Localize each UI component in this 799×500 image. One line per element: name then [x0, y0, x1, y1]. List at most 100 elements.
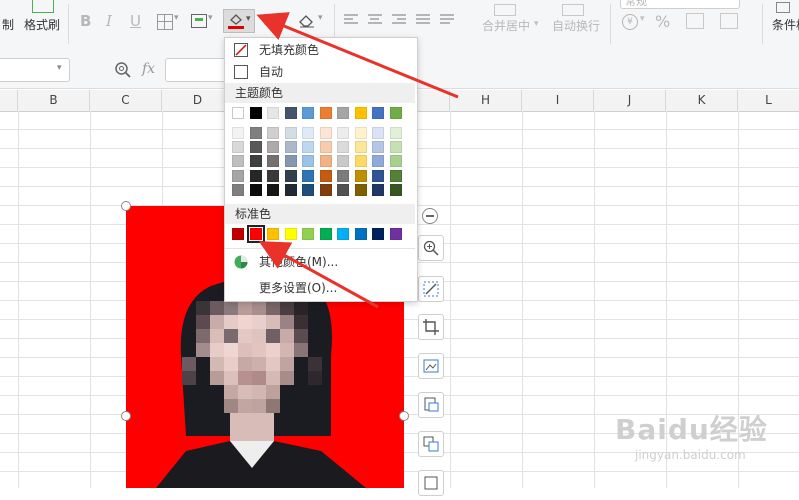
theme-shade-swatch[interactable] — [267, 127, 279, 139]
justify-icon[interactable] — [416, 14, 430, 26]
column-header-l[interactable]: L — [738, 90, 799, 111]
theme-shade-swatch[interactable] — [372, 141, 384, 154]
chevron-down-icon[interactable]: ▾ — [174, 13, 179, 23]
image-extract-text-icon[interactable] — [418, 470, 444, 496]
theme-shade-swatch[interactable] — [354, 127, 367, 139]
theme-shade-swatch[interactable] — [284, 183, 297, 196]
chevron-down-icon[interactable]: ▾ — [246, 14, 251, 24]
theme-color-swatch[interactable] — [319, 107, 332, 119]
bold-button[interactable]: B — [80, 12, 91, 30]
distribute-icon[interactable] — [440, 14, 454, 26]
standard-color-swatch[interactable] — [389, 228, 402, 240]
theme-shade-swatch[interactable] — [249, 169, 262, 182]
resize-handle-left[interactable] — [121, 411, 131, 421]
align-left-icon[interactable] — [344, 14, 358, 26]
theme-shade-swatch[interactable] — [337, 155, 349, 168]
chevron-down-icon[interactable]: ▾ — [57, 63, 62, 73]
standard-color-swatch[interactable] — [302, 228, 314, 240]
theme-color-swatch[interactable] — [284, 107, 297, 119]
italic-button[interactable]: I — [106, 12, 112, 30]
chevron-down-icon[interactable]: ▾ — [208, 13, 213, 23]
column-header-c[interactable]: C — [90, 90, 162, 111]
smart-cutout-icon[interactable] — [418, 276, 444, 302]
theme-color-swatch[interactable] — [372, 107, 384, 119]
theme-shade-swatch[interactable] — [389, 127, 402, 139]
border-icon[interactable] — [157, 14, 173, 30]
chevron-down-icon[interactable]: ▾ — [318, 13, 323, 23]
percent-button[interactable]: % — [655, 12, 670, 31]
theme-shade-swatch[interactable] — [284, 169, 297, 182]
theme-color-swatch[interactable] — [232, 107, 244, 119]
theme-shade-swatch[interactable] — [267, 183, 279, 196]
resize-handle-top-left[interactable] — [121, 201, 131, 211]
auto-color-option[interactable]: 自动 — [225, 61, 415, 83]
resize-handle-right[interactable] — [399, 411, 409, 421]
standard-color-swatch[interactable] — [354, 228, 367, 240]
theme-shade-swatch[interactable] — [372, 127, 384, 139]
no-fill-option[interactable]: 无填充颜色 — [225, 39, 415, 61]
theme-shade-swatch[interactable] — [302, 169, 314, 182]
conditional-format-button[interactable]: 条件格 — [772, 16, 799, 33]
theme-shade-swatch[interactable] — [267, 169, 279, 182]
merge-center-button[interactable]: 合并居中 — [482, 17, 530, 34]
format-painter-button[interactable]: 格式刷 — [24, 16, 60, 33]
theme-shade-swatch[interactable] — [232, 127, 244, 139]
thousands-separator-icon[interactable] — [686, 13, 704, 29]
theme-shade-swatch[interactable] — [284, 155, 297, 168]
theme-shade-swatch[interactable] — [337, 127, 349, 139]
theme-shade-swatch[interactable] — [267, 141, 279, 154]
copy-button[interactable]: 制 — [2, 16, 14, 33]
standard-color-swatch[interactable] — [372, 228, 384, 240]
theme-shade-swatch[interactable] — [337, 183, 349, 196]
theme-shade-swatch[interactable] — [337, 141, 349, 154]
eraser-icon[interactable] — [298, 12, 316, 28]
theme-shade-swatch[interactable] — [249, 141, 262, 154]
theme-shade-swatch[interactable] — [319, 155, 332, 168]
align-center-icon[interactable] — [368, 14, 382, 26]
theme-shade-swatch[interactable] — [319, 169, 332, 182]
column-header-i[interactable]: I — [522, 90, 594, 111]
theme-shade-swatch[interactable] — [354, 183, 367, 196]
underline-button[interactable]: U — [130, 12, 141, 30]
theme-shade-swatch[interactable] — [319, 141, 332, 154]
font-color-button[interactable]: A — [264, 11, 274, 29]
standard-color-swatch[interactable] — [267, 228, 279, 240]
theme-color-swatch[interactable] — [337, 107, 349, 119]
column-header-h[interactable]: H — [450, 90, 522, 111]
auto-wrap-button[interactable]: 自动换行 — [552, 17, 600, 34]
theme-shade-swatch[interactable] — [372, 169, 384, 182]
zoom-in-icon[interactable] — [418, 235, 444, 261]
theme-shade-swatch[interactable] — [267, 155, 279, 168]
theme-shade-swatch[interactable] — [302, 183, 314, 196]
chevron-down-icon[interactable]: ▾ — [640, 14, 645, 24]
theme-shade-swatch[interactable] — [354, 169, 367, 182]
theme-shade-swatch[interactable] — [389, 183, 402, 196]
theme-shade-swatch[interactable] — [372, 183, 384, 196]
standard-color-swatch[interactable] — [319, 228, 332, 240]
standard-color-swatch[interactable] — [284, 228, 297, 240]
theme-shade-swatch[interactable] — [389, 169, 402, 182]
zoom-formula-icon[interactable] — [114, 61, 132, 79]
image-to-pdf-icon[interactable] — [418, 392, 444, 418]
standard-color-swatch-selected[interactable] — [246, 225, 265, 243]
insert-function-button[interactable]: fx — [142, 61, 155, 77]
chevron-down-icon[interactable]: ▾ — [279, 13, 284, 23]
theme-shade-swatch[interactable] — [302, 127, 314, 139]
crop-icon[interactable] — [418, 314, 444, 340]
name-box[interactable]: ▾ — [0, 58, 70, 82]
theme-shade-swatch[interactable] — [249, 155, 262, 168]
collapse-toolbar-icon[interactable] — [422, 208, 438, 224]
standard-color-swatch[interactable] — [232, 228, 244, 240]
theme-shade-swatch[interactable] — [354, 155, 367, 168]
theme-shade-swatch[interactable] — [354, 141, 367, 154]
theme-shade-swatch[interactable] — [337, 169, 349, 182]
theme-color-swatch[interactable] — [389, 107, 402, 119]
theme-shade-swatch[interactable] — [249, 127, 262, 139]
theme-color-swatch[interactable] — [249, 107, 262, 119]
theme-shade-swatch[interactable] — [319, 183, 332, 196]
theme-color-swatch[interactable] — [302, 107, 314, 119]
theme-shade-swatch[interactable] — [232, 169, 244, 182]
fill-color-button[interactable]: ▾ — [223, 9, 255, 33]
column-header-j[interactable]: J — [594, 90, 666, 111]
theme-shade-swatch[interactable] — [232, 141, 244, 154]
